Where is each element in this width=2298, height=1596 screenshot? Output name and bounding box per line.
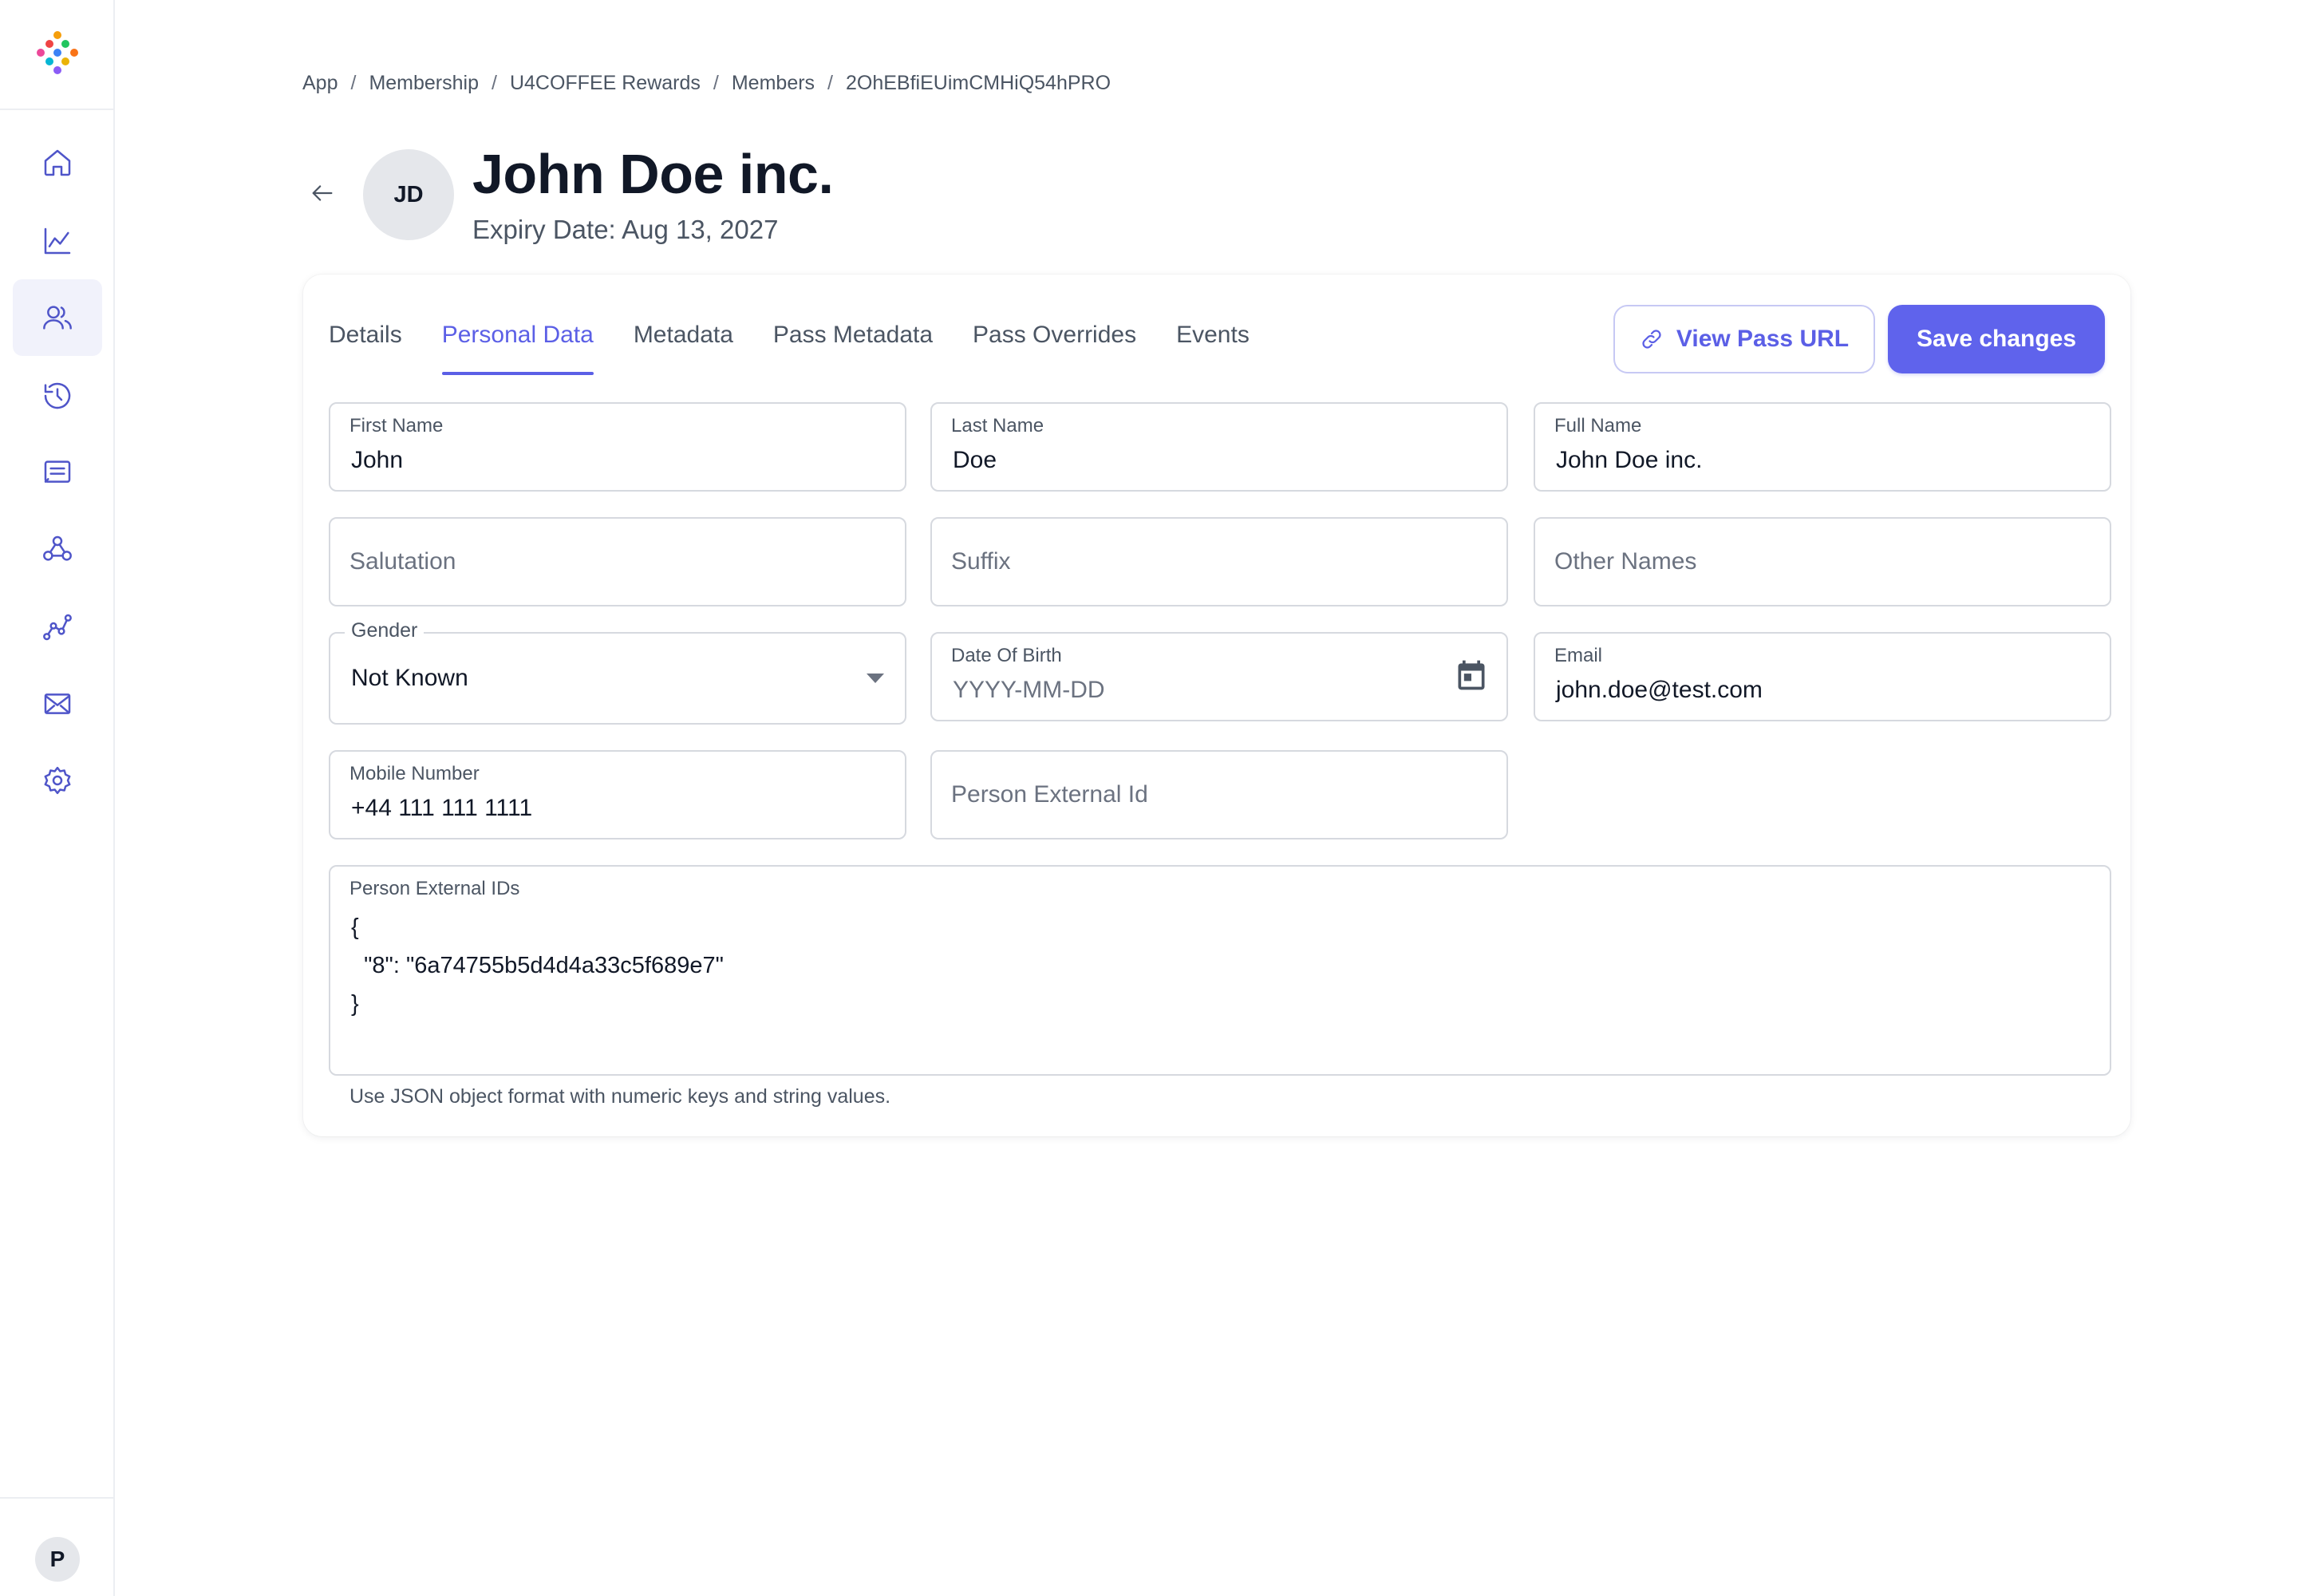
- breadcrumb: App / Membership / U4COFFEE Rewards / Me…: [302, 69, 1111, 97]
- sidebar-item-mail[interactable]: [13, 666, 102, 742]
- email-label: Email: [1554, 645, 1603, 666]
- page-title: John Doe inc.: [472, 143, 834, 205]
- view-pass-url-label: View Pass URL: [1676, 326, 1850, 352]
- breadcrumb-item-member-id: 2OhEBfiEUimCMHiQ54hPRO: [846, 71, 1111, 94]
- save-changes-button[interactable]: Save changes: [1888, 305, 2105, 373]
- suffix-field[interactable]: Suffix: [930, 517, 1508, 606]
- member-card: Details Personal Data Metadata Pass Meta…: [303, 275, 2130, 1136]
- breadcrumb-separator: /: [827, 71, 833, 94]
- suffix-placeholder: Suffix: [951, 548, 1011, 575]
- view-pass-url-button[interactable]: View Pass URL: [1613, 305, 1875, 373]
- tab-events[interactable]: Events: [1176, 298, 1250, 375]
- gender-value: Not Known: [351, 665, 468, 691]
- caret-down-icon: [867, 674, 884, 683]
- tab-bar: Details Personal Data Metadata Pass Meta…: [329, 298, 1289, 375]
- person-external-ids-value: { "8": "6a74755b5d4d4a33c5f689e7" }: [351, 915, 724, 1017]
- email-field[interactable]: Email john.doe@test.com: [1534, 632, 2111, 721]
- first-name-value: John: [351, 447, 404, 473]
- sidebar-item-history[interactable]: [13, 358, 102, 434]
- sidebar-item-settings[interactable]: [13, 742, 102, 819]
- tab-pass-overrides[interactable]: Pass Overrides: [973, 298, 1136, 375]
- home-icon: [44, 149, 71, 176]
- tab-personal-data[interactable]: Personal Data: [441, 298, 594, 375]
- mobile-number-field[interactable]: Mobile Number +44 111 111 1111: [329, 750, 906, 839]
- webhook-icon: [43, 535, 72, 561]
- first-name-field[interactable]: First Name John: [329, 402, 906, 492]
- sidebar: P: [0, 0, 115, 1596]
- last-name-value: Doe: [953, 447, 997, 473]
- analytics-icon: [43, 614, 72, 641]
- person-external-id-field[interactable]: Person External Id: [930, 750, 1508, 839]
- breadcrumb-separator: /: [350, 71, 357, 94]
- last-name-field[interactable]: Last Name Doe: [930, 402, 1508, 492]
- full-name-label: Full Name: [1554, 415, 1642, 437]
- mobile-number-value: +44 111 111 1111: [351, 795, 533, 821]
- sidebar-divider: [0, 1497, 113, 1499]
- sidebar-item-analytics[interactable]: [13, 589, 102, 666]
- back-button[interactable]: [306, 177, 338, 209]
- expiry-date: Expiry Date: Aug 13, 2027: [472, 215, 779, 244]
- person-external-ids-label: Person External IDs: [349, 878, 520, 899]
- mobile-number-label: Mobile Number: [349, 763, 480, 784]
- calendar-icon[interactable]: [1454, 658, 1489, 693]
- date-of-birth-label: Date Of Birth: [951, 645, 1062, 666]
- email-value: john.doe@test.com: [1556, 677, 1763, 703]
- salutation-field[interactable]: Salutation: [329, 517, 906, 606]
- breadcrumb-item-app[interactable]: App: [302, 72, 338, 95]
- settings-icon: [44, 766, 71, 795]
- last-name-label: Last Name: [951, 415, 1044, 437]
- breadcrumb-item-program[interactable]: U4COFFEE Rewards: [510, 72, 701, 95]
- sidebar-item-members[interactable]: [13, 279, 102, 356]
- mail-icon: [44, 693, 71, 714]
- app-logo-icon[interactable]: [35, 30, 80, 75]
- breadcrumb-separator: /: [492, 71, 497, 94]
- first-name-label: First Name: [349, 415, 444, 437]
- other-names-placeholder: Other Names: [1554, 548, 1697, 575]
- person-external-ids-textarea[interactable]: Person External IDs { "8": "6a74755b5d4d…: [329, 865, 2111, 1076]
- sidebar-item-messages[interactable]: [13, 434, 102, 511]
- message-icon: [44, 460, 71, 483]
- sidebar-divider: [0, 109, 113, 110]
- sidebar-item-reports[interactable]: [13, 203, 102, 279]
- breadcrumb-item-members[interactable]: Members: [732, 72, 815, 95]
- tab-details[interactable]: Details: [329, 298, 402, 375]
- full-name-field[interactable]: Full Name John Doe inc.: [1534, 402, 2111, 492]
- arrow-left-icon: [312, 185, 333, 201]
- tab-pass-metadata[interactable]: Pass Metadata: [773, 298, 933, 375]
- person-external-ids-helper-text: Use JSON object format with numeric keys…: [349, 1085, 891, 1108]
- gender-select[interactable]: Gender Not Known: [329, 619, 906, 725]
- user-avatar[interactable]: P: [35, 1537, 80, 1582]
- chart-icon: [44, 227, 71, 255]
- users-icon: [43, 306, 72, 330]
- other-names-field[interactable]: Other Names: [1534, 517, 2111, 606]
- date-of-birth-field[interactable]: Date Of Birth YYYY-MM-DD: [930, 632, 1508, 721]
- date-of-birth-placeholder: YYYY-MM-DD: [953, 677, 1105, 703]
- full-name-value: John Doe inc.: [1556, 447, 1703, 473]
- sidebar-item-home[interactable]: [13, 124, 102, 201]
- history-icon: [44, 382, 71, 409]
- salutation-placeholder: Salutation: [349, 548, 456, 575]
- tab-metadata[interactable]: Metadata: [634, 298, 733, 375]
- breadcrumb-separator: /: [713, 71, 719, 94]
- breadcrumb-item-membership[interactable]: Membership: [369, 72, 479, 95]
- member-avatar: JD: [363, 149, 454, 240]
- person-external-id-placeholder: Person External Id: [951, 781, 1148, 808]
- link-icon: [1642, 330, 1661, 349]
- sidebar-item-webhooks[interactable]: [13, 511, 102, 587]
